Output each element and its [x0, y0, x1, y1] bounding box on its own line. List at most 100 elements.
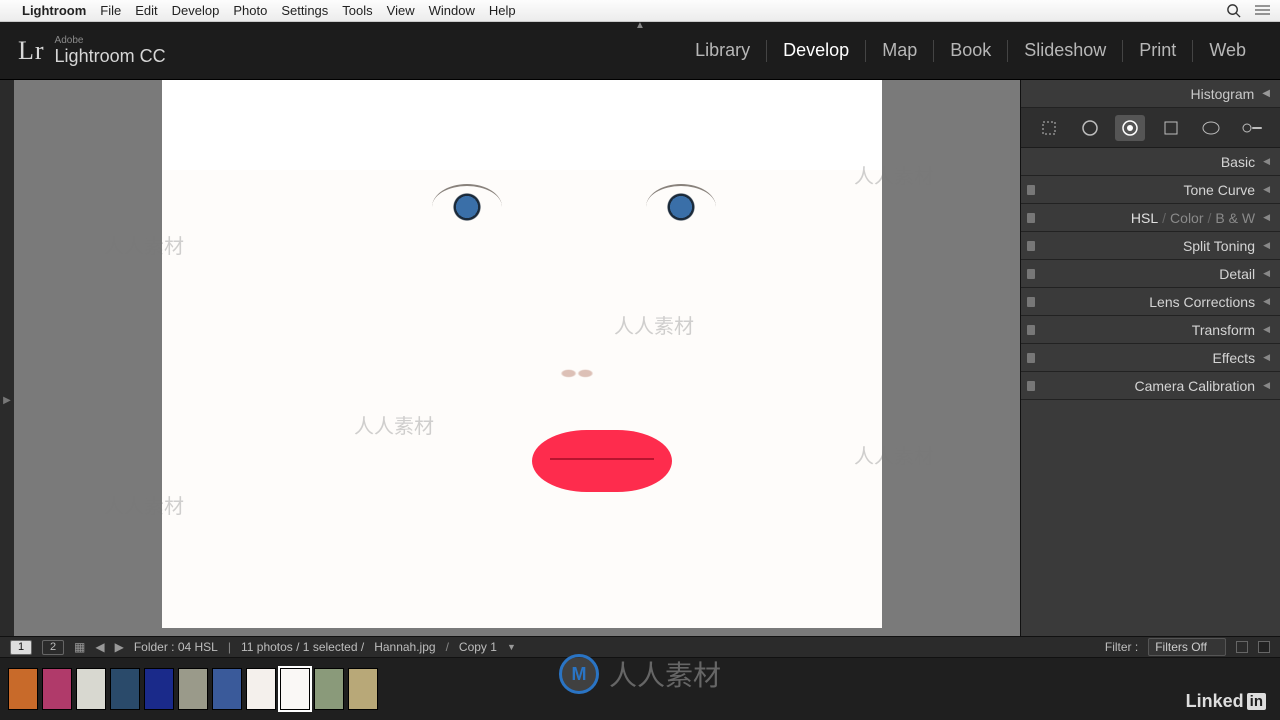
module-book[interactable]: Book — [934, 40, 1007, 61]
module-slideshow[interactable]: Slideshow — [1008, 40, 1122, 61]
second-monitor-1[interactable]: 1 — [10, 640, 32, 655]
filmstrip-thumb[interactable] — [76, 668, 106, 710]
panel-section-transform[interactable]: Transform ◀ — [1021, 316, 1280, 344]
menu-settings[interactable]: Settings — [281, 3, 328, 18]
brand-adobe: Adobe — [55, 35, 166, 46]
section-label: Lens Corrections — [1149, 294, 1255, 310]
filter-switch-icon[interactable] — [1258, 641, 1270, 653]
section-label: HSL/Color/B & W — [1131, 210, 1255, 226]
section-toggle-icon[interactable] — [1027, 213, 1035, 223]
image-canvas[interactable]: 人人素材 人人素材 人人素材 人人素材 人人素材 人人素材 — [14, 80, 1020, 720]
filmstrip-thumb[interactable] — [8, 668, 38, 710]
menu-file[interactable]: File — [100, 3, 121, 18]
local-adjust-toolstrip — [1021, 108, 1280, 148]
panel-section-basic[interactable]: Basic◀ — [1021, 148, 1280, 176]
nav-fwd-icon[interactable]: ▶ — [115, 640, 124, 654]
panel-section-split-toning[interactable]: Split Toning◀ — [1021, 232, 1280, 260]
watermark-brand-text: 人人素材 — [609, 654, 721, 694]
top-panel-caret-icon[interactable]: ▲ — [635, 20, 645, 31]
section-label: Effects — [1213, 350, 1256, 366]
filmstrip-thumb[interactable] — [212, 668, 242, 710]
filename-dropdown-icon[interactable]: ▼ — [507, 642, 516, 652]
section-toggle-icon[interactable] — [1027, 353, 1035, 363]
spotlight-icon[interactable] — [1226, 3, 1241, 18]
section-collapse-icon: ◀ — [1263, 324, 1270, 335]
macos-menu-bar: Lightroom File Edit Develop Photo Settin… — [0, 0, 1280, 22]
histogram-header[interactable]: Histogram ◀ — [1021, 80, 1280, 108]
menu-edit[interactable]: Edit — [135, 3, 157, 18]
filmstrip[interactable]: M 人人素材 Linkedin — [0, 658, 1280, 720]
brush-tool[interactable] — [1237, 115, 1267, 141]
watermark-logo-icon: M — [559, 654, 599, 694]
module-develop[interactable]: Develop — [767, 40, 865, 61]
menu-app-name[interactable]: Lightroom — [22, 3, 86, 18]
panel-section-camera-calibration[interactable]: Camera Calibration◀ — [1021, 372, 1280, 400]
section-toggle-icon[interactable] — [1027, 381, 1035, 391]
collapse-icon: ◀ — [1262, 88, 1270, 99]
section-toggle-icon[interactable] — [1027, 241, 1035, 251]
filter-preset-dropdown[interactable]: Filters Off — [1148, 638, 1226, 656]
section-toggle-icon[interactable] — [1027, 185, 1035, 195]
filmstrip-thumb[interactable] — [42, 668, 72, 710]
nav-back-icon[interactable]: ◀ — [95, 640, 104, 654]
module-print[interactable]: Print — [1123, 40, 1192, 61]
section-collapse-icon: ◀ — [1263, 352, 1270, 363]
menu-photo[interactable]: Photo — [233, 3, 267, 18]
filter-lock-icon[interactable] — [1236, 641, 1248, 653]
panel-sections: Basic◀ Tone Curve ◀ HSL/Color/B & W ◀ Split T… — [1021, 148, 1280, 668]
watermark-badge: M 人人素材 — [559, 654, 721, 694]
filmstrip-info-bar: 1 2 ▦ ◀ ▶ Folder : 04 HSL | 11 photos / … — [0, 636, 1280, 658]
filmstrip-thumb[interactable] — [314, 668, 344, 710]
current-filename: Hannah.jpg — [374, 640, 435, 654]
left-panel-handle[interactable]: ▶ — [0, 80, 14, 720]
menu-list-icon[interactable] — [1255, 4, 1270, 17]
menu-tools[interactable]: Tools — [342, 3, 372, 18]
grad-linear-tool[interactable] — [1156, 115, 1186, 141]
section-collapse-icon: ◀ — [1263, 184, 1270, 195]
section-toggle-icon[interactable] — [1027, 269, 1035, 279]
filmstrip-thumb[interactable] — [178, 668, 208, 710]
menu-window[interactable]: Window — [429, 3, 475, 18]
grid-view-icon[interactable]: ▦ — [74, 640, 85, 654]
section-toggle-icon[interactable] — [1027, 325, 1035, 335]
crop-tool[interactable] — [1034, 115, 1064, 141]
panel-section-lens-corrections[interactable]: Lens Corrections ◀ — [1021, 288, 1280, 316]
panel-section-tone-curve[interactable]: Tone Curve ◀ — [1021, 176, 1280, 204]
lr-logo: Lr — [18, 36, 45, 66]
module-library[interactable]: Library — [679, 40, 766, 61]
section-label: Tone Curve — [1183, 182, 1255, 198]
brand-product: Lightroom CC — [55, 46, 166, 67]
grad-radial-tool[interactable] — [1196, 115, 1226, 141]
section-collapse-icon: ◀ — [1263, 268, 1270, 279]
linkedin-text: Linked — [1186, 691, 1244, 712]
section-label: Transform — [1192, 322, 1255, 338]
spot-tool[interactable] — [1075, 115, 1105, 141]
filmstrip-thumb[interactable] — [246, 668, 276, 710]
module-map[interactable]: Map — [866, 40, 933, 61]
linkedin-in-icon: in — [1247, 693, 1266, 710]
virtual-copy-label: Copy 1 — [459, 640, 497, 654]
filmstrip-thumb[interactable] — [280, 668, 310, 710]
histogram-label: Histogram — [1191, 86, 1255, 102]
linkedin-watermark: Linkedin — [1186, 691, 1266, 712]
panel-section-effects[interactable]: Effects ◀ — [1021, 344, 1280, 372]
develop-right-panel: Histogram ◀ Basic◀Tone Curve◀HSL/Color/B… — [1020, 80, 1280, 720]
second-monitor-2[interactable]: 2 — [42, 640, 64, 655]
section-collapse-icon: ◀ — [1263, 296, 1270, 307]
menu-develop[interactable]: Develop — [172, 3, 220, 18]
folder-path[interactable]: Folder : 04 HSL — [134, 640, 218, 654]
filmstrip-thumb[interactable] — [144, 668, 174, 710]
filmstrip-thumb[interactable] — [110, 668, 140, 710]
section-label: Camera Calibration — [1134, 378, 1255, 394]
menu-view[interactable]: View — [387, 3, 415, 18]
section-toggle-icon[interactable] — [1027, 297, 1035, 307]
section-collapse-icon: ◀ — [1263, 212, 1270, 223]
filmstrip-thumb[interactable] — [348, 668, 378, 710]
redeye-tool[interactable] — [1115, 115, 1145, 141]
section-label: Detail — [1219, 266, 1255, 282]
module-web[interactable]: Web — [1193, 40, 1262, 61]
lr-brand: Adobe Lightroom CC — [55, 35, 166, 67]
panel-section-detail[interactable]: Detail ◀ — [1021, 260, 1280, 288]
menu-help[interactable]: Help — [489, 3, 516, 18]
panel-section-hsl-color-b-w[interactable]: HSL/Color/B & W ◀ — [1021, 204, 1280, 232]
